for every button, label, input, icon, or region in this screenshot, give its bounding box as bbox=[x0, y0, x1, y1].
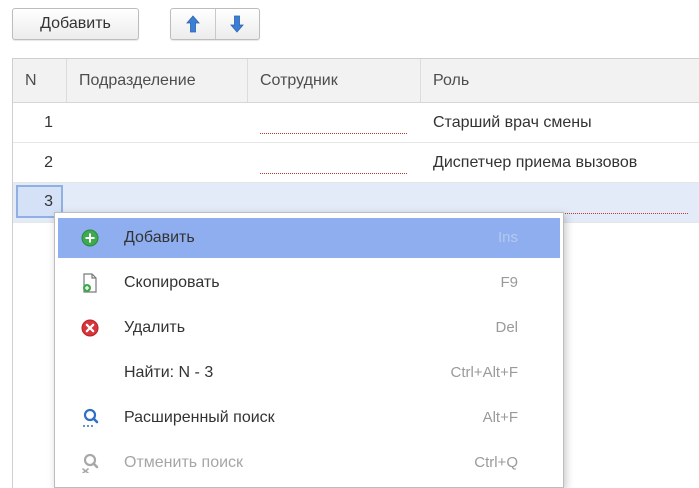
context-menu: Добавить Ins Скопировать F9 Удалить Del … bbox=[54, 212, 564, 488]
menu-item-label: Удалить bbox=[124, 319, 186, 336]
menu-item-shortcut: Ctrl+Q bbox=[474, 454, 518, 471]
menu-item-label: Скопировать bbox=[124, 274, 220, 291]
menu-item-delete[interactable]: Удалить Del bbox=[58, 308, 560, 348]
add-circle-icon bbox=[80, 228, 100, 248]
menu-item-label: Расширенный поиск bbox=[124, 409, 275, 426]
menu-item-cancel-search[interactable]: Отменить поиск Ctrl+Q bbox=[58, 443, 560, 483]
move-down-button[interactable] bbox=[214, 9, 260, 39]
table-row[interactable]: 2 Диспетчер приема вызовов bbox=[13, 143, 699, 183]
row-number: 2 bbox=[44, 154, 53, 171]
column-header-employee[interactable]: Сотрудник bbox=[248, 59, 421, 102]
employee-cell-required-marker[interactable] bbox=[260, 133, 407, 134]
menu-item-copy[interactable]: Скопировать F9 bbox=[58, 263, 560, 303]
move-up-button[interactable] bbox=[171, 9, 215, 39]
row-number: 1 bbox=[44, 114, 53, 131]
cancel-search-icon bbox=[80, 453, 100, 473]
menu-item-shortcut: Del bbox=[495, 319, 518, 336]
role-cell[interactable]: Старший врач смены bbox=[433, 103, 699, 142]
menu-item-shortcut: Alt+F bbox=[482, 409, 518, 426]
menu-item-label: Найти: N - 3 bbox=[124, 364, 214, 381]
menu-item-label: Добавить bbox=[124, 229, 195, 246]
add-button[interactable]: Добавить bbox=[12, 8, 139, 40]
table-header: N Подразделение Сотрудник Роль bbox=[13, 59, 699, 103]
employee-cell-required-marker[interactable] bbox=[260, 173, 407, 174]
menu-item-advanced-search[interactable]: Расширенный поиск Alt+F bbox=[58, 398, 560, 438]
column-header-n[interactable]: N bbox=[13, 59, 67, 102]
column-header-department[interactable]: Подразделение bbox=[67, 59, 248, 102]
menu-item-shortcut: Ctrl+Alt+F bbox=[450, 364, 518, 381]
menu-item-label: Отменить поиск bbox=[124, 454, 244, 471]
copy-document-icon bbox=[80, 273, 100, 293]
delete-circle-icon bbox=[80, 318, 100, 338]
menu-item-find[interactable]: Найти: N - 3 Ctrl+Alt+F bbox=[58, 353, 560, 393]
role-cell[interactable]: Диспетчер приема вызовов bbox=[433, 143, 699, 182]
arrow-down-icon bbox=[230, 15, 245, 33]
arrow-up-icon bbox=[185, 15, 200, 33]
menu-item-add[interactable]: Добавить Ins bbox=[58, 218, 560, 258]
menu-item-shortcut: F9 bbox=[500, 274, 518, 291]
move-buttons-group bbox=[170, 8, 260, 40]
advanced-search-icon bbox=[80, 408, 100, 428]
column-header-role[interactable]: Роль bbox=[421, 59, 699, 102]
menu-item-shortcut: Ins bbox=[497, 229, 518, 246]
table-row[interactable]: 1 Старший врач смены bbox=[13, 103, 699, 143]
